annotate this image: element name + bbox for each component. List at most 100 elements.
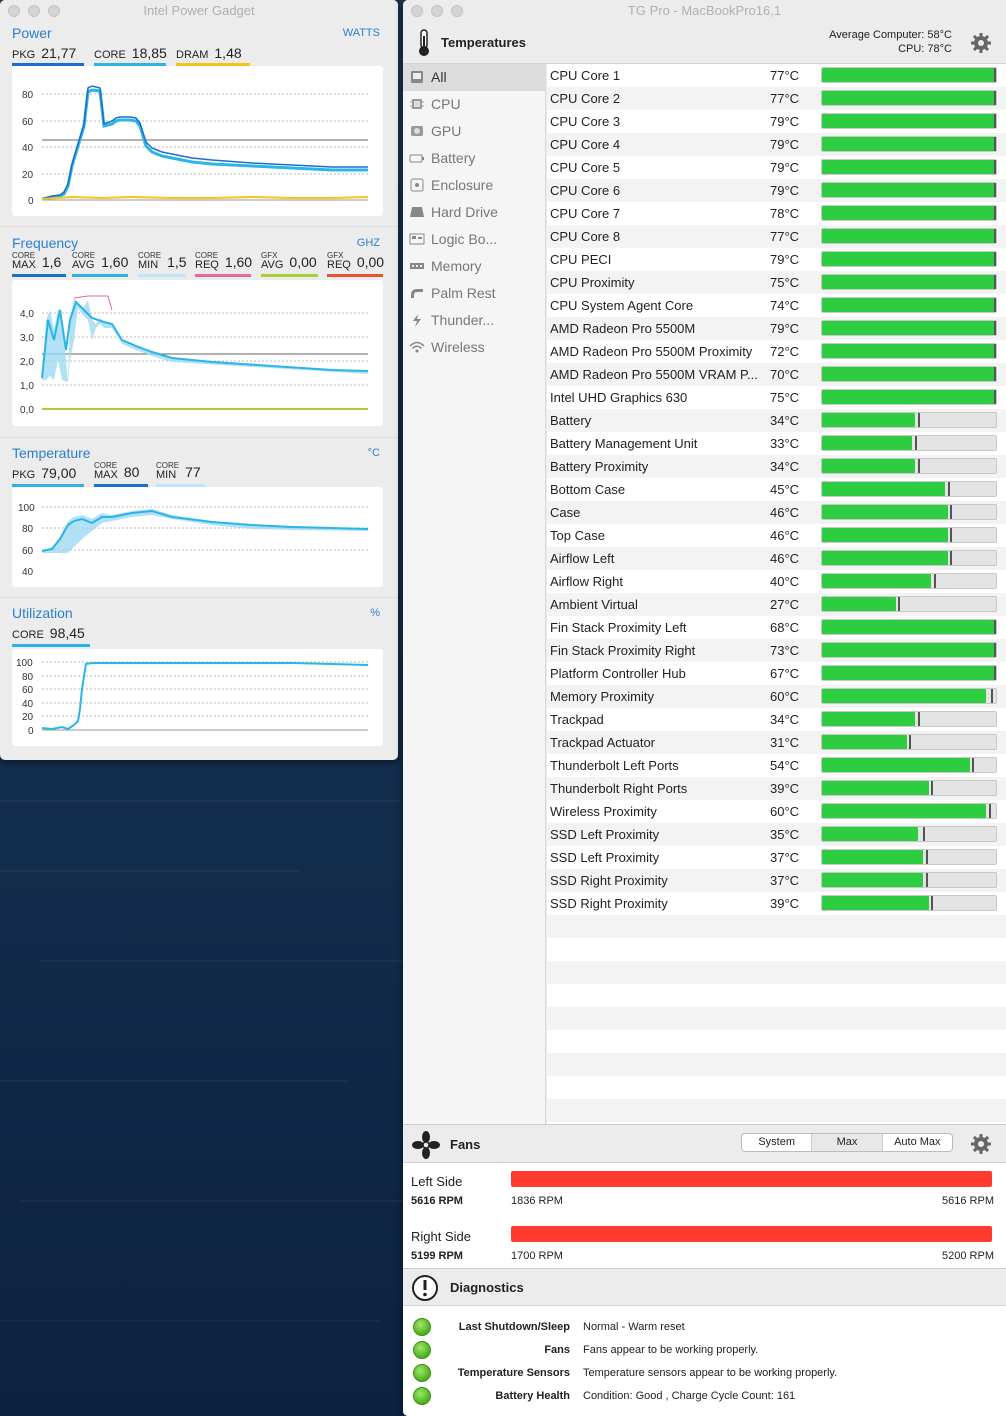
table-row[interactable]: CPU Core 5 79°C bbox=[547, 156, 1006, 179]
table-row[interactable]: SSD Left Proximity 37°C bbox=[547, 846, 1006, 869]
diagnostic-row: Battery Health Condition: Good , Charge C… bbox=[403, 1385, 1006, 1408]
table-row[interactable]: Fin Stack Proximity Right 73°C bbox=[547, 639, 1006, 662]
table-row[interactable]: Thunderbolt Left Ports 54°C bbox=[547, 754, 1006, 777]
sensor-temp-fill bbox=[822, 666, 996, 680]
sensor-temp: 46°C bbox=[770, 551, 800, 566]
table-row[interactable]: Case 46°C bbox=[547, 501, 1006, 524]
zoom-button[interactable] bbox=[48, 5, 60, 17]
fans-header: Fans System Max Auto Max bbox=[403, 1125, 1006, 1163]
sensor-temp-bar bbox=[821, 389, 997, 405]
sidebar-item-enclosure[interactable]: Enclosure bbox=[403, 172, 546, 199]
power-ytick: 80 bbox=[22, 90, 34, 101]
sensor-name: Battery Management Unit bbox=[550, 436, 698, 451]
sensor-temp-bar bbox=[821, 481, 997, 497]
sensor-temp-bar bbox=[821, 274, 997, 290]
table-row[interactable]: Airflow Right 40°C bbox=[547, 570, 1006, 593]
table-row[interactable]: SSD Right Proximity 39°C bbox=[547, 892, 1006, 915]
table-row[interactable]: CPU PECI 79°C bbox=[547, 248, 1006, 271]
tg-titlebar[interactable]: TG Pro - MacBookPro16,1 bbox=[403, 0, 1006, 22]
fan-mode-auto-max[interactable]: Auto Max bbox=[883, 1134, 952, 1151]
fan-mode-system[interactable]: System bbox=[742, 1134, 813, 1151]
close-button[interactable] bbox=[8, 5, 20, 17]
sidebar-item-palm-rest[interactable]: Palm Rest bbox=[403, 280, 546, 307]
power-ytick: 0 bbox=[28, 196, 34, 207]
sidebar-item-cpu[interactable]: CPU bbox=[403, 91, 546, 118]
table-row[interactable]: Fin Stack Proximity Left 68°C bbox=[547, 616, 1006, 639]
table-row[interactable]: Airflow Left 46°C bbox=[547, 547, 1006, 570]
table-row[interactable]: CPU Core 3 79°C bbox=[547, 110, 1006, 133]
gear-icon[interactable] bbox=[970, 32, 992, 54]
sidebar-item-memory[interactable]: Memory bbox=[403, 253, 546, 280]
sensor-name: Fin Stack Proximity Right bbox=[550, 643, 696, 658]
sensor-max-marker bbox=[991, 689, 993, 703]
freq-core-min-underline bbox=[138, 274, 186, 277]
table-row[interactable]: SSD Right Proximity 37°C bbox=[547, 869, 1006, 892]
close-button[interactable] bbox=[411, 5, 423, 17]
table-row[interactable]: AMD Radeon Pro 5500M Proximity 72°C bbox=[547, 340, 1006, 363]
sensor-temp-bar bbox=[821, 343, 997, 359]
table-row[interactable]: Battery 34°C bbox=[547, 409, 1006, 432]
sensor-temp: 27°C bbox=[770, 597, 800, 612]
table-row[interactable]: Bottom Case 45°C bbox=[547, 478, 1006, 501]
fan-mode-max[interactable]: Max bbox=[812, 1134, 883, 1151]
power-pkg: PKG 21,77 bbox=[12, 45, 77, 61]
table-row[interactable]: Thunderbolt Right Ports 39°C bbox=[547, 777, 1006, 800]
table-row[interactable]: Wireless Proximity 60°C bbox=[547, 800, 1006, 823]
table-row[interactable]: Platform Controller Hub 67°C bbox=[547, 662, 1006, 685]
table-row[interactable]: Battery Proximity 34°C bbox=[547, 455, 1006, 478]
table-row[interactable]: CPU Proximity 75°C bbox=[547, 271, 1006, 294]
table-row[interactable]: Intel UHD Graphics 630 75°C bbox=[547, 386, 1006, 409]
table-row[interactable]: Trackpad Actuator 31°C bbox=[547, 731, 1006, 754]
minimize-button[interactable] bbox=[431, 5, 443, 17]
table-row[interactable]: Ambient Virtual 27°C bbox=[547, 593, 1006, 616]
zoom-button[interactable] bbox=[451, 5, 463, 17]
sensor-name: Thunderbolt Right Ports bbox=[550, 781, 688, 796]
table-row[interactable]: CPU Core 6 79°C bbox=[547, 179, 1006, 202]
sensor-temp-fill bbox=[822, 781, 929, 795]
table-row[interactable]: Memory Proximity 60°C bbox=[547, 685, 1006, 708]
sidebar-item-wireless[interactable]: Wireless bbox=[403, 334, 546, 361]
sensor-name: SSD Right Proximity bbox=[550, 873, 668, 888]
gear-icon[interactable] bbox=[970, 1133, 992, 1155]
sidebar-item-hard-drive[interactable]: Hard Drive bbox=[403, 199, 546, 226]
table-row[interactable]: CPU Core 7 78°C bbox=[547, 202, 1006, 225]
table-row[interactable]: CPU Core 4 79°C bbox=[547, 133, 1006, 156]
sensor-name: SSD Right Proximity bbox=[550, 896, 668, 911]
table-row[interactable]: Trackpad 34°C bbox=[547, 708, 1006, 731]
ipg-titlebar[interactable]: Intel Power Gadget bbox=[0, 0, 398, 22]
table-row[interactable]: CPU Core 2 77°C bbox=[547, 87, 1006, 110]
sidebar-item-all[interactable]: All bbox=[403, 64, 546, 91]
sensor-temp-fill bbox=[822, 114, 996, 128]
power-chart: 80 60 40 20 0 bbox=[12, 66, 383, 216]
avg-computer-value: 58°C bbox=[927, 29, 952, 41]
sensor-list[interactable]: CPU Core 1 77°C CPU Core 2 77°C CPU Core 3 79… bbox=[547, 64, 1006, 1124]
minimize-button[interactable] bbox=[28, 5, 40, 17]
table-row[interactable]: Battery Management Unit 33°C bbox=[547, 432, 1006, 455]
table-row[interactable]: Top Case 46°C bbox=[547, 524, 1006, 547]
sensor-name: AMD Radeon Pro 5500M Proximity bbox=[550, 344, 753, 359]
sensor-max-marker bbox=[994, 344, 996, 358]
sidebar-item-logic-bo[interactable]: Logic Bo... bbox=[403, 226, 546, 253]
table-row[interactable]: AMD Radeon Pro 5500M VRAM P... 70°C bbox=[547, 363, 1006, 386]
table-row[interactable]: AMD Radeon Pro 5500M 79°C bbox=[547, 317, 1006, 340]
sidebar-item-thunder[interactable]: Thunder... bbox=[403, 307, 546, 334]
fan-left-speed-bar[interactable] bbox=[511, 1171, 992, 1187]
sidebar-item-battery[interactable]: Battery bbox=[403, 145, 546, 172]
sensor-temp-fill bbox=[822, 137, 996, 151]
fan-mode-segmented-control[interactable]: System Max Auto Max bbox=[741, 1133, 953, 1152]
table-row[interactable]: CPU Core 8 77°C bbox=[547, 225, 1006, 248]
sensor-name: CPU Core 2 bbox=[550, 91, 621, 106]
sensor-max-marker bbox=[994, 229, 996, 243]
table-row[interactable]: SSD Left Proximity 35°C bbox=[547, 823, 1006, 846]
temp-ytick: 80 bbox=[22, 524, 34, 535]
divider bbox=[0, 226, 398, 227]
table-row[interactable]: CPU Core 1 77°C bbox=[547, 64, 1006, 87]
fan-right-max: 5200 RPM bbox=[942, 1250, 994, 1262]
sensor-temp-bar bbox=[821, 412, 997, 428]
sensor-max-marker bbox=[989, 804, 991, 818]
table-row[interactable]: CPU System Agent Core 74°C bbox=[547, 294, 1006, 317]
sensor-temp: 33°C bbox=[770, 436, 800, 451]
sidebar-item-gpu[interactable]: GPU bbox=[403, 118, 546, 145]
fan-right-speed-bar[interactable] bbox=[511, 1226, 992, 1242]
power-panel: Power WATTS PKG 21,77 CORE 18,85 DRAM 1,48 … bbox=[0, 22, 398, 222]
